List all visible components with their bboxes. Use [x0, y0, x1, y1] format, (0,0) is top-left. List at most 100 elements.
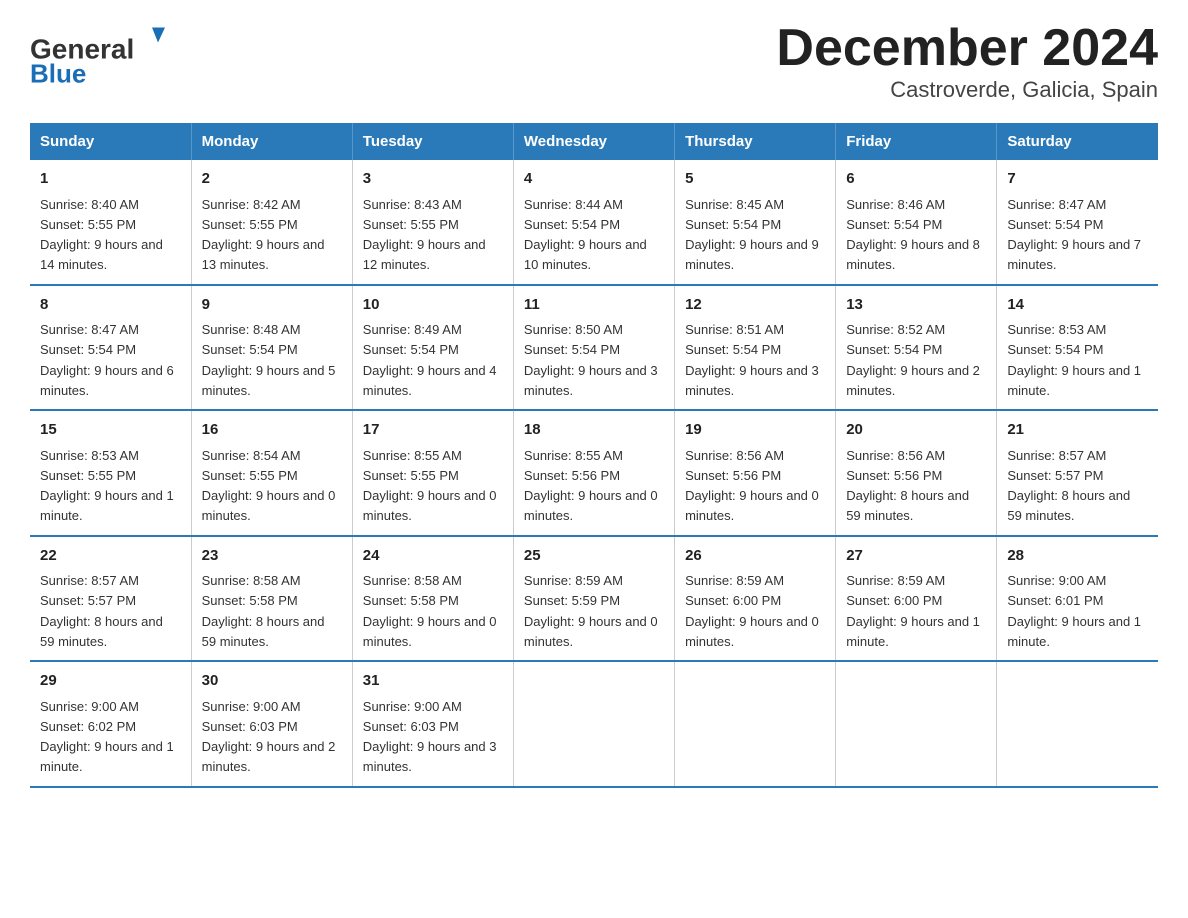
day-info: Sunrise: 8:47 AMSunset: 5:54 PMDaylight:…: [1007, 197, 1141, 273]
day-number: 10: [363, 294, 503, 317]
calendar-header: SundayMondayTuesdayWednesdayThursdayFrid…: [30, 123, 1158, 160]
calendar-week-5: 29 Sunrise: 9:00 AMSunset: 6:02 PMDayligh…: [30, 661, 1158, 787]
calendar-week-4: 22 Sunrise: 8:57 AMSunset: 5:57 PMDayligh…: [30, 536, 1158, 662]
calendar-cell: 4 Sunrise: 8:44 AMSunset: 5:54 PMDaylight…: [513, 160, 674, 285]
day-info: Sunrise: 8:46 AMSunset: 5:54 PMDaylight:…: [846, 197, 980, 273]
calendar-cell: 31Sunrise: 9:00 AMSunset: 6:03 PMDayligh…: [352, 661, 513, 787]
page-header: General Blue December 2024 Castroverde, …: [30, 20, 1158, 103]
day-info: Sunrise: 8:56 AMSunset: 5:56 PMDaylight:…: [685, 448, 819, 524]
day-number: 25: [524, 545, 664, 568]
day-info: Sunrise: 8:55 AMSunset: 5:56 PMDaylight:…: [524, 448, 658, 524]
calendar-cell: 9 Sunrise: 8:48 AMSunset: 5:54 PMDaylight…: [191, 285, 352, 411]
day-info: Sunrise: 8:47 AMSunset: 5:54 PMDaylight:…: [40, 322, 174, 398]
day-info: Sunrise: 8:50 AMSunset: 5:54 PMDaylight:…: [524, 322, 658, 398]
day-number: 30: [202, 670, 342, 693]
day-number: 26: [685, 545, 825, 568]
day-info: Sunrise: 9:00 AMSunset: 6:03 PMDaylight:…: [202, 699, 336, 775]
calendar-cell: 26Sunrise: 8:59 AMSunset: 6:00 PMDayligh…: [675, 536, 836, 662]
day-number: 6: [846, 168, 986, 191]
day-info: Sunrise: 8:59 AMSunset: 6:00 PMDaylight:…: [846, 573, 980, 649]
calendar-table: SundayMondayTuesdayWednesdayThursdayFrid…: [30, 123, 1158, 788]
day-number: 28: [1007, 545, 1148, 568]
calendar-cell: 17 Sunrise: 8:55 AMSunset: 5:55 PMDayligh…: [352, 410, 513, 536]
day-number: 19: [685, 419, 825, 442]
day-number: 8: [40, 294, 181, 317]
calendar-cell: 28Sunrise: 9:00 AMSunset: 6:01 PMDayligh…: [997, 536, 1158, 662]
calendar-cell: 14 Sunrise: 8:53 AMSunset: 5:54 PMDayligh…: [997, 285, 1158, 411]
calendar-title: December 2024: [776, 20, 1158, 77]
day-info: Sunrise: 8:54 AMSunset: 5:55 PMDaylight:…: [202, 448, 336, 524]
day-header-wednesday: Wednesday: [513, 123, 674, 160]
day-info: Sunrise: 8:45 AMSunset: 5:54 PMDaylight:…: [685, 197, 819, 273]
day-headers-row: SundayMondayTuesdayWednesdayThursdayFrid…: [30, 123, 1158, 160]
day-info: Sunrise: 8:43 AMSunset: 5:55 PMDaylight:…: [363, 197, 486, 273]
day-number: 1: [40, 168, 181, 191]
calendar-cell: 10 Sunrise: 8:49 AMSunset: 5:54 PMDayligh…: [352, 285, 513, 411]
day-info: Sunrise: 8:58 AMSunset: 5:58 PMDaylight:…: [202, 573, 325, 649]
day-number: 14: [1007, 294, 1148, 317]
day-info: Sunrise: 8:56 AMSunset: 5:56 PMDaylight:…: [846, 448, 969, 524]
day-info: Sunrise: 8:49 AMSunset: 5:54 PMDaylight:…: [363, 322, 497, 398]
day-header-saturday: Saturday: [997, 123, 1158, 160]
calendar-cell: 24 Sunrise: 8:58 AMSunset: 5:58 PMDayligh…: [352, 536, 513, 662]
calendar-cell: 18 Sunrise: 8:55 AMSunset: 5:56 PMDayligh…: [513, 410, 674, 536]
calendar-cell: 22 Sunrise: 8:57 AMSunset: 5:57 PMDayligh…: [30, 536, 191, 662]
day-info: Sunrise: 8:55 AMSunset: 5:55 PMDaylight:…: [363, 448, 497, 524]
calendar-cell: 3 Sunrise: 8:43 AMSunset: 5:55 PMDaylight…: [352, 160, 513, 285]
day-number: 11: [524, 294, 664, 317]
day-number: 7: [1007, 168, 1148, 191]
calendar-cell: 19 Sunrise: 8:56 AMSunset: 5:56 PMDayligh…: [675, 410, 836, 536]
logo: General Blue: [30, 20, 170, 90]
day-info: Sunrise: 8:52 AMSunset: 5:54 PMDaylight:…: [846, 322, 980, 398]
day-info: Sunrise: 8:51 AMSunset: 5:54 PMDaylight:…: [685, 322, 819, 398]
calendar-cell: 25 Sunrise: 8:59 AMSunset: 5:59 PMDayligh…: [513, 536, 674, 662]
day-number: 9: [202, 294, 342, 317]
day-number: 24: [363, 545, 503, 568]
calendar-cell: 23Sunrise: 8:58 AMSunset: 5:58 PMDayligh…: [191, 536, 352, 662]
day-header-thursday: Thursday: [675, 123, 836, 160]
calendar-subtitle: Castroverde, Galicia, Spain: [776, 77, 1158, 103]
calendar-cell: 13 Sunrise: 8:52 AMSunset: 5:54 PMDayligh…: [836, 285, 997, 411]
day-header-sunday: Sunday: [30, 123, 191, 160]
day-number: 29: [40, 670, 181, 693]
calendar-cell: 8 Sunrise: 8:47 AMSunset: 5:54 PMDaylight…: [30, 285, 191, 411]
day-number: 22: [40, 545, 181, 568]
day-number: 20: [846, 419, 986, 442]
calendar-cell: 2Sunrise: 8:42 AMSunset: 5:55 PMDaylight…: [191, 160, 352, 285]
day-number: 31: [363, 670, 503, 693]
title-block: December 2024 Castroverde, Galicia, Spai…: [776, 20, 1158, 103]
svg-text:Blue: Blue: [30, 59, 86, 89]
day-info: Sunrise: 8:42 AMSunset: 5:55 PMDaylight:…: [202, 197, 325, 273]
day-info: Sunrise: 8:57 AMSunset: 5:57 PMDaylight:…: [1007, 448, 1130, 524]
calendar-cell: [997, 661, 1158, 787]
calendar-week-2: 8 Sunrise: 8:47 AMSunset: 5:54 PMDaylight…: [30, 285, 1158, 411]
day-number: 4: [524, 168, 664, 191]
day-number: 17: [363, 419, 503, 442]
calendar-cell: 7 Sunrise: 8:47 AMSunset: 5:54 PMDaylight…: [997, 160, 1158, 285]
day-number: 18: [524, 419, 664, 442]
day-number: 27: [846, 545, 986, 568]
day-info: Sunrise: 8:53 AMSunset: 5:54 PMDaylight:…: [1007, 322, 1141, 398]
day-info: Sunrise: 9:00 AMSunset: 6:02 PMDaylight:…: [40, 699, 174, 775]
day-info: Sunrise: 8:58 AMSunset: 5:58 PMDaylight:…: [363, 573, 497, 649]
calendar-cell: 16 Sunrise: 8:54 AMSunset: 5:55 PMDayligh…: [191, 410, 352, 536]
day-number: 3: [363, 168, 503, 191]
day-info: Sunrise: 8:57 AMSunset: 5:57 PMDaylight:…: [40, 573, 163, 649]
calendar-cell: 11 Sunrise: 8:50 AMSunset: 5:54 PMDayligh…: [513, 285, 674, 411]
calendar-cell: 6 Sunrise: 8:46 AMSunset: 5:54 PMDaylight…: [836, 160, 997, 285]
day-info: Sunrise: 8:48 AMSunset: 5:54 PMDaylight:…: [202, 322, 336, 398]
calendar-cell: 12Sunrise: 8:51 AMSunset: 5:54 PMDayligh…: [675, 285, 836, 411]
day-number: 13: [846, 294, 986, 317]
day-number: 5: [685, 168, 825, 191]
day-info: Sunrise: 8:59 AMSunset: 5:59 PMDaylight:…: [524, 573, 658, 649]
calendar-cell: 30 Sunrise: 9:00 AMSunset: 6:03 PMDayligh…: [191, 661, 352, 787]
day-header-monday: Monday: [191, 123, 352, 160]
calendar-cell: 20 Sunrise: 8:56 AMSunset: 5:56 PMDayligh…: [836, 410, 997, 536]
day-info: Sunrise: 8:44 AMSunset: 5:54 PMDaylight:…: [524, 197, 647, 273]
day-header-friday: Friday: [836, 123, 997, 160]
day-number: 16: [202, 419, 342, 442]
day-number: 15: [40, 419, 181, 442]
calendar-cell: 5 Sunrise: 8:45 AMSunset: 5:54 PMDaylight…: [675, 160, 836, 285]
calendar-cell: 15Sunrise: 8:53 AMSunset: 5:55 PMDayligh…: [30, 410, 191, 536]
day-number: 21: [1007, 419, 1148, 442]
